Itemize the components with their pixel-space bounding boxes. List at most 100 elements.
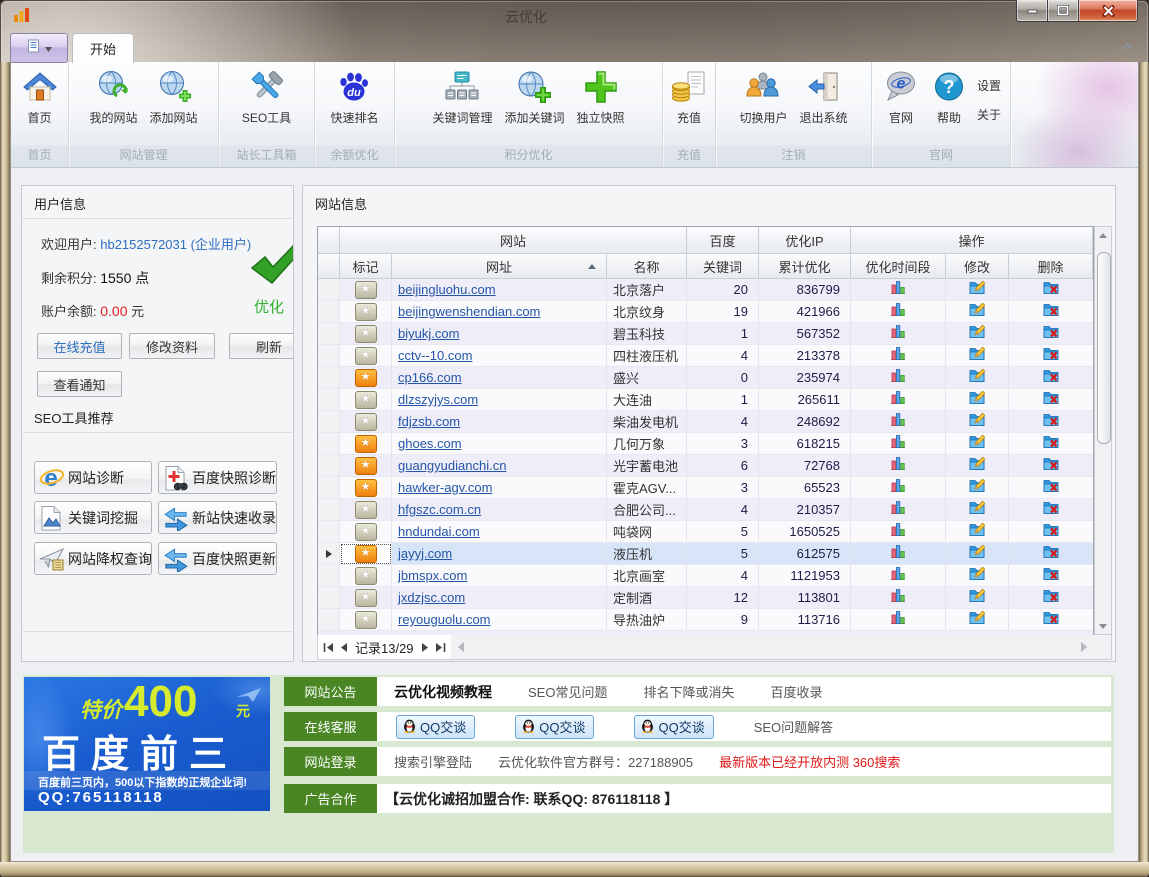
time-chart-icon[interactable]	[890, 521, 906, 542]
site-url-link[interactable]: dlzszyjys.com	[398, 392, 478, 407]
ribbon-button-home[interactable]: 首页	[16, 64, 64, 144]
edit-icon[interactable]	[969, 389, 985, 410]
site-downgrade-check-button[interactable]: 网站降权查询	[34, 542, 152, 575]
time-chart-icon[interactable]	[890, 587, 906, 608]
baidu-snapshot-update-button[interactable]: 百度快照更新	[158, 542, 277, 575]
delete-icon[interactable]	[1043, 565, 1059, 586]
column-header-3[interactable]: 关键词	[687, 254, 759, 279]
edit-icon[interactable]	[969, 301, 985, 322]
delete-icon[interactable]	[1043, 389, 1059, 410]
close-button[interactable]	[1079, 0, 1138, 22]
refresh-button[interactable]: 刷新	[229, 333, 294, 359]
ribbon-button-switch-user[interactable]: 切换用户	[733, 64, 793, 144]
star-toggle[interactable]: ★	[355, 479, 377, 497]
column-header-2[interactable]: 名称	[607, 254, 687, 279]
star-toggle[interactable]: ★	[355, 369, 377, 387]
delete-icon[interactable]	[1043, 587, 1059, 608]
app-menu-button[interactable]	[10, 33, 68, 63]
edit-icon[interactable]	[969, 565, 985, 586]
site-url-link[interactable]: jbmspx.com	[398, 568, 467, 583]
table-row[interactable]: ★jxdzjsc.com定制酒12113801	[318, 587, 1093, 609]
maximize-button[interactable]	[1047, 0, 1079, 22]
table-row[interactable]: ★beijingluohu.com北京落户20836799	[318, 279, 1093, 301]
delete-icon[interactable]	[1043, 477, 1059, 498]
edit-icon[interactable]	[969, 543, 985, 564]
bottom-link[interactable]: 云优化视频教程	[394, 682, 492, 702]
ribbon-button-official-site[interactable]: e官网	[877, 64, 925, 144]
star-toggle[interactable]: ★	[355, 545, 377, 563]
star-toggle[interactable]: ★	[355, 501, 377, 519]
edit-icon[interactable]	[969, 433, 985, 454]
time-chart-icon[interactable]	[890, 543, 906, 564]
bottom-link[interactable]: 百度收录	[770, 682, 822, 701]
star-toggle[interactable]: ★	[355, 589, 377, 607]
edit-icon[interactable]	[969, 587, 985, 608]
star-toggle[interactable]: ★	[355, 281, 377, 299]
ribbon-button-recharge[interactable]: 充值	[665, 64, 713, 144]
time-chart-icon[interactable]	[890, 433, 906, 454]
edit-icon[interactable]	[969, 477, 985, 498]
bottom-link[interactable]: SEO常见问题	[528, 682, 607, 701]
bottom-link[interactable]: 云优化软件官方群号：227188905	[498, 752, 693, 771]
table-row[interactable]: ★hfgszc.com.cn合肥公司...4210357	[318, 499, 1093, 521]
pager-prev-button[interactable]	[338, 642, 349, 653]
site-url-link[interactable]: jayyj.com	[398, 546, 452, 561]
delete-icon[interactable]	[1043, 433, 1059, 454]
table-row[interactable]: ★jayyj.com液压机5612575	[318, 543, 1093, 565]
qq-chat-button[interactable]: QQ交谈	[634, 715, 713, 739]
pager-first-button[interactable]	[323, 642, 334, 653]
seo-answer-link[interactable]: SEO问题解答	[754, 717, 833, 736]
ribbon-button-settings[interactable]: 设置	[973, 76, 1005, 95]
star-toggle[interactable]: ★	[355, 523, 377, 541]
table-row[interactable]: ★reyouguolu.com导热油炉9113716	[318, 609, 1093, 631]
bottom-link[interactable]: 最新版本已经开放内测 360搜索	[719, 752, 900, 771]
edit-icon[interactable]	[969, 521, 985, 542]
star-toggle[interactable]: ★	[355, 435, 377, 453]
time-chart-icon[interactable]	[890, 301, 906, 322]
edit-icon[interactable]	[969, 609, 985, 630]
star-toggle[interactable]: ★	[355, 391, 377, 409]
edit-icon[interactable]	[969, 279, 985, 300]
time-chart-icon[interactable]	[890, 477, 906, 498]
edit-icon[interactable]	[969, 499, 985, 520]
ribbon-button-exit[interactable]: 退出系统	[794, 64, 854, 144]
column-header-0[interactable]: 标记	[340, 254, 392, 279]
time-chart-icon[interactable]	[890, 367, 906, 388]
ribbon-button-keyword-manage[interactable]: 关键词管理	[426, 64, 498, 144]
table-row[interactable]: ★ghoes.com几何万象3618215	[318, 433, 1093, 455]
table-row[interactable]: ★dlzszyjys.com大连油1265611	[318, 389, 1093, 411]
site-diagnose-button[interactable]: e网站诊断	[34, 461, 152, 494]
qq-chat-button[interactable]: QQ交谈	[396, 715, 475, 739]
star-toggle[interactable]: ★	[355, 347, 377, 365]
column-header-4[interactable]: 累计优化	[759, 254, 851, 279]
site-url-link[interactable]: guangyudianchi.cn	[398, 458, 506, 473]
delete-icon[interactable]	[1043, 323, 1059, 344]
edit-profile-button[interactable]: 修改资料	[129, 333, 215, 359]
ribbon-button-about[interactable]: 关于	[973, 105, 1005, 124]
time-chart-icon[interactable]	[890, 279, 906, 300]
table-row[interactable]: ★hndundai.com吨袋网51650525	[318, 521, 1093, 543]
pager-last-button[interactable]	[435, 642, 446, 653]
table-row[interactable]: ★cp166.com盛兴0235974	[318, 367, 1093, 389]
ribbon-button-add-site[interactable]: 添加网站	[144, 64, 204, 144]
ribbon-button-help[interactable]: ?帮助	[925, 64, 973, 144]
table-scrollbar[interactable]	[1094, 226, 1112, 635]
ribbon-button-seo-tools[interactable]: SEO工具	[236, 64, 297, 144]
site-url-link[interactable]: hndundai.com	[398, 524, 480, 539]
edit-icon[interactable]	[969, 345, 985, 366]
ribbon-button-fast-rank[interactable]: du快速排名	[324, 64, 384, 144]
table-row[interactable]: ★fdjzsb.com柴油发电机4248692	[318, 411, 1093, 433]
site-url-link[interactable]: biyukj.com	[398, 326, 459, 341]
bottom-link[interactable]: 排名下降或消失	[643, 682, 734, 701]
time-chart-icon[interactable]	[890, 345, 906, 366]
baidu-snapshot-diagnose-button[interactable]: 百度快照诊断	[158, 461, 277, 494]
site-url-link[interactable]: hawker-agv.com	[398, 480, 492, 495]
table-row[interactable]: ★beijingwenshendian.com北京纹身19421966	[318, 301, 1093, 323]
column-header-6[interactable]: 修改	[946, 254, 1009, 279]
qq-chat-button[interactable]: QQ交谈	[515, 715, 594, 739]
time-chart-icon[interactable]	[890, 455, 906, 476]
time-chart-icon[interactable]	[890, 411, 906, 432]
delete-icon[interactable]	[1043, 455, 1059, 476]
time-chart-icon[interactable]	[890, 609, 906, 630]
new-site-index-button[interactable]: 新站快速收录	[158, 501, 277, 534]
